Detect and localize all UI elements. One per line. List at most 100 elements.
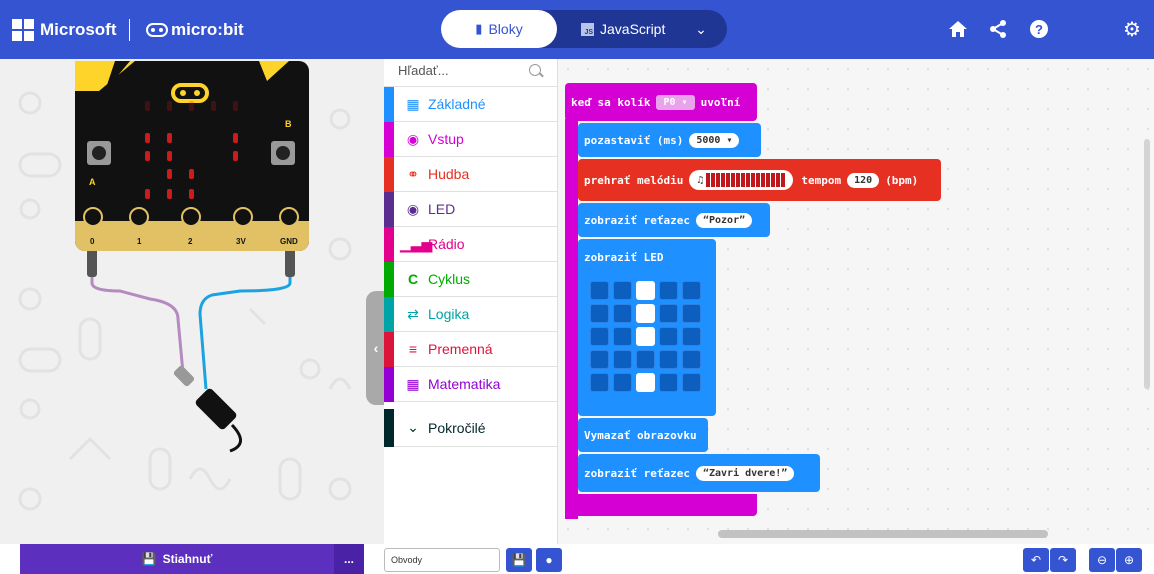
led-cell-off[interactable]	[659, 327, 678, 346]
led-cell-off[interactable]	[613, 304, 632, 323]
microbit-logo[interactable]: micro:bit	[146, 0, 244, 59]
category-color-bar	[384, 86, 394, 122]
tab-blocks[interactable]: ▮ Bloky	[441, 10, 557, 48]
puzzle-icon: ▮	[475, 21, 483, 36]
pin-3v[interactable]	[233, 207, 253, 227]
led-cell-off[interactable]	[659, 304, 678, 323]
chevron-down-icon[interactable]: ⌄	[689, 10, 713, 48]
settings-button[interactable]: ⚙	[1117, 14, 1147, 44]
led-cell-off[interactable]	[659, 281, 678, 300]
share-button[interactable]	[983, 14, 1013, 44]
category-radio[interactable]: ▁▃▅ Rádio	[384, 226, 558, 262]
search-input[interactable]: Hľadať...	[398, 63, 449, 78]
category-logic[interactable]: ⇄ Logika	[384, 296, 558, 332]
led-cell-off[interactable]	[590, 327, 609, 346]
pin-2[interactable]	[181, 207, 201, 227]
led-cell-off[interactable]	[590, 281, 609, 300]
button-b[interactable]	[271, 141, 295, 165]
microsoft-logo[interactable]: Microsoft	[12, 0, 117, 59]
category-color-bar	[384, 296, 394, 332]
toolbox-search[interactable]: Hľadať...	[384, 59, 558, 87]
led-cell-off[interactable]	[659, 373, 678, 392]
led-cell-off[interactable]	[613, 350, 632, 369]
string-input[interactable]: “Pozor”	[695, 212, 753, 228]
home-button[interactable]	[943, 14, 973, 44]
led-cell-off[interactable]	[682, 327, 701, 346]
led-cell-off[interactable]	[590, 350, 609, 369]
headphones-icon: ⚭	[407, 165, 419, 182]
zoom-in-button[interactable]: ⊕	[1116, 548, 1142, 572]
play-melody-block[interactable]: prehrať melódiu ♫ tempom 120 (bpm)	[578, 159, 941, 201]
led-cell-off[interactable]	[636, 350, 655, 369]
led-cell-on[interactable]	[636, 304, 655, 323]
category-variables[interactable]: ≡ Premenná	[384, 331, 558, 367]
melody-editor[interactable]: ♫	[689, 170, 794, 190]
microbit-icon	[146, 22, 168, 37]
category-label: Logika	[428, 306, 470, 322]
search-icon	[529, 64, 541, 76]
on-pin-released-block[interactable]: keď sa kolík P0 ▾ uvoľní	[565, 83, 757, 121]
download-more-button[interactable]: ...	[334, 544, 364, 574]
tempo-input[interactable]: 120	[847, 172, 880, 188]
vertical-scrollbar[interactable]	[1144, 139, 1150, 389]
led-cell-off[interactable]	[682, 373, 701, 392]
show-string-block[interactable]: zobraziť reťazec “Zavri dvere!”	[578, 454, 820, 492]
led-cell-on[interactable]	[636, 327, 655, 346]
download-button[interactable]: 💾 Stiahnuť	[20, 544, 334, 574]
undo-button[interactable]: ↶	[1023, 548, 1049, 572]
logo-touch-sensor[interactable]	[171, 83, 209, 103]
category-advanced[interactable]: ⌄ Pokročilé	[384, 408, 558, 447]
redo-button[interactable]: ↷	[1050, 548, 1076, 572]
category-led[interactable]: ◉ LED	[384, 191, 558, 227]
led-cell-off[interactable]	[682, 304, 701, 323]
microbit-label: micro:bit	[171, 19, 244, 39]
led-cell-off[interactable]	[613, 327, 632, 346]
header-divider	[129, 19, 130, 41]
led-on	[233, 151, 238, 161]
editor-mode-switch: ▮ Bloky JS JavaScript ⌄	[441, 10, 727, 48]
button-a[interactable]	[87, 141, 111, 165]
pin-gnd[interactable]	[279, 207, 299, 227]
category-math[interactable]: ▦ Matematika	[384, 366, 558, 402]
pin-0[interactable]	[83, 207, 103, 227]
led-editor-grid[interactable]	[590, 281, 701, 392]
led-cell-off[interactable]	[682, 350, 701, 369]
block-text: uvoľní	[700, 95, 741, 109]
category-label: Cyklus	[428, 271, 471, 287]
category-label: Pokročilé	[428, 419, 486, 436]
help-button[interactable]: ?	[1024, 14, 1054, 44]
zoom-out-button[interactable]: ⊖	[1089, 548, 1115, 572]
led-cell-off[interactable]	[613, 281, 632, 300]
tab-javascript[interactable]: JS JavaScript	[581, 10, 665, 48]
pause-dropdown[interactable]: 5000 ▾	[689, 132, 740, 148]
share-icon	[990, 20, 1006, 38]
collapse-simulator-button[interactable]: ‹	[366, 291, 384, 405]
led-cell-on[interactable]	[636, 373, 655, 392]
category-music[interactable]: ⚭ Hudba	[384, 156, 558, 192]
category-loops[interactable]: C Cyklus	[384, 261, 558, 297]
horizontal-scrollbar[interactable]	[718, 530, 1048, 538]
blocks-workspace[interactable]: keď sa kolík P0 ▾ uvoľní pozastaviť (ms)…	[558, 59, 1154, 544]
category-color-bar	[384, 226, 394, 262]
led-cell-on[interactable]	[636, 281, 655, 300]
github-button[interactable]: ●	[536, 548, 562, 572]
led-cell-off[interactable]	[590, 373, 609, 392]
led-cell-off[interactable]	[613, 373, 632, 392]
led-cell-off[interactable]	[682, 281, 701, 300]
pin-dropdown[interactable]: P0 ▾	[656, 94, 695, 110]
block-text: zobraziť LED	[584, 251, 664, 264]
pin-1[interactable]	[129, 207, 149, 227]
pause-block[interactable]: pozastaviť (ms) 5000 ▾	[578, 123, 761, 157]
clear-screen-block[interactable]: Vymazať obrazovku	[578, 418, 708, 452]
led-cell-off[interactable]	[659, 350, 678, 369]
block-text: prehrať melódiu	[584, 173, 684, 187]
led-cell-off[interactable]	[590, 304, 609, 323]
project-name-input[interactable]	[384, 548, 500, 572]
category-input[interactable]: ◉ Vstup	[384, 121, 558, 157]
save-project-button[interactable]: 💾	[506, 548, 532, 572]
board-corner-decoration-right	[259, 61, 289, 81]
string-input[interactable]: “Zavri dvere!”	[695, 465, 795, 481]
show-string-block[interactable]: zobraziť reťazec “Pozor”	[578, 203, 770, 237]
category-basic[interactable]: ▦ Základné	[384, 86, 558, 122]
led-on	[167, 169, 172, 179]
